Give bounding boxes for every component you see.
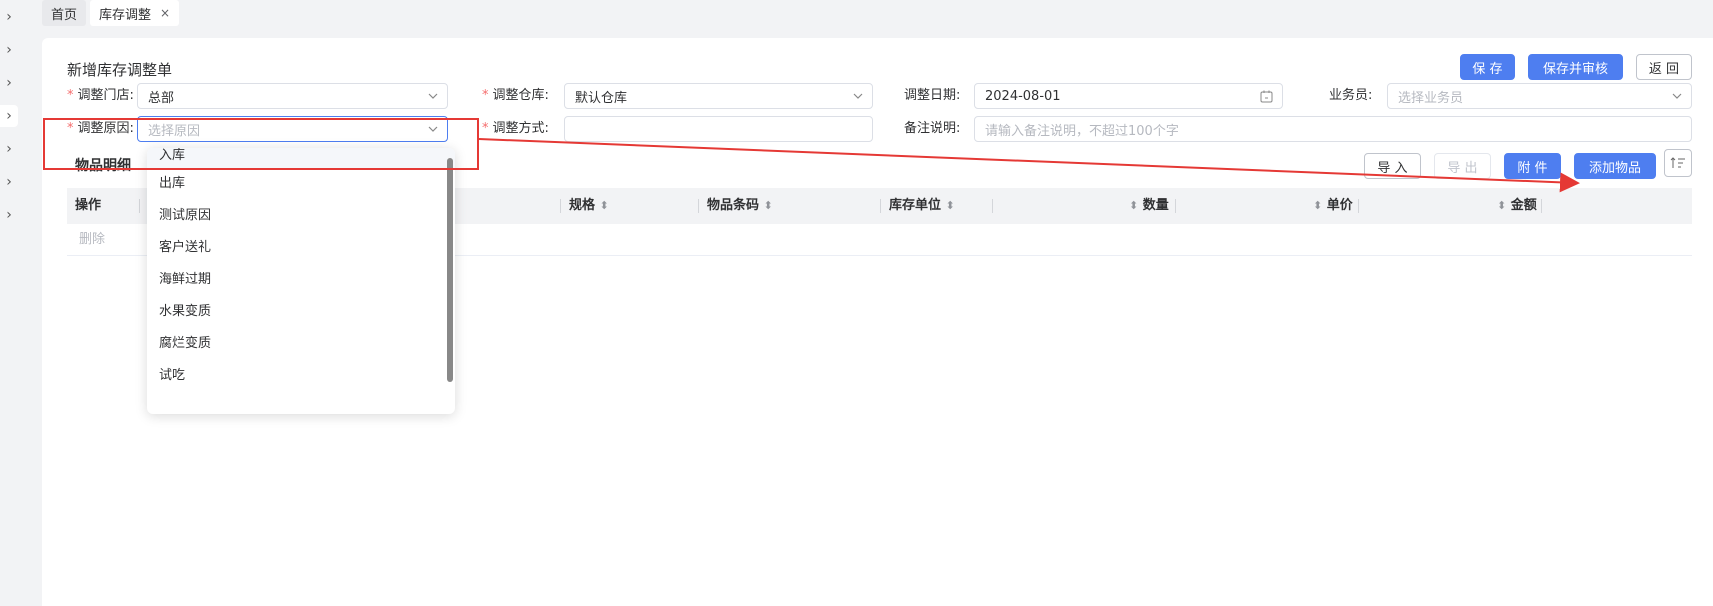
chevron-down-icon <box>428 84 438 108</box>
warehouse-select[interactable]: 默认仓库 <box>564 83 873 109</box>
store-label: * 调整门店: <box>67 88 134 103</box>
method-input[interactable] <box>564 116 873 142</box>
remark-label: 备注说明: <box>904 121 961 136</box>
import-button[interactable]: 导 入 <box>1364 153 1421 179</box>
column-header[interactable]: ⬍ 数量 <box>1129 188 1169 224</box>
required-mark: * <box>482 121 489 136</box>
attachment-button[interactable]: 附 件 <box>1504 153 1561 179</box>
sort-icon: ⬍ <box>1313 199 1323 212</box>
dropdown-scrollbar[interactable] <box>447 158 453 382</box>
chevron-right-icon[interactable]: › <box>0 105 18 127</box>
column-divider <box>992 199 993 213</box>
required-mark: * <box>482 88 489 103</box>
column-divider <box>1358 199 1359 213</box>
remark-input[interactable]: 请输入备注说明，不超过100个字 <box>974 116 1692 142</box>
store-select[interactable]: 总部 <box>137 83 448 109</box>
sort-icon: ⬍ <box>945 199 955 212</box>
dropdown-option[interactable]: 海鲜过期 <box>147 264 455 296</box>
chevron-right-icon[interactable]: › <box>0 138 18 160</box>
date-label: 调整日期: <box>904 88 961 103</box>
delete-link[interactable]: 删除 <box>79 224 105 256</box>
tab-bar: 首页 库存调整 × <box>42 0 180 28</box>
dropdown-option[interactable]: 出库 <box>147 168 455 200</box>
chevron-right-icon[interactable]: › <box>0 72 18 94</box>
column-header[interactable]: 规格 ⬍ <box>569 188 609 224</box>
chevron-right-icon[interactable]: › <box>0 171 18 193</box>
column-header[interactable]: 物品条码 ⬍ <box>707 188 773 224</box>
reason-dropdown: 入库 出库 测试原因 客户送礼 海鲜过期 水果变质 腐烂变质 试吃 <box>147 148 455 414</box>
sort-icon: ⬍ <box>763 199 773 212</box>
tab-stock-adjust[interactable]: 库存调整 × <box>90 0 180 26</box>
page-title: 新增库存调整单 <box>67 61 173 79</box>
salesman-label: 业务员: <box>1329 88 1373 103</box>
add-item-button[interactable]: 添加物品 <box>1574 153 1656 179</box>
column-header: 操作 <box>75 198 102 213</box>
dropdown-option[interactable]: 腐烂变质 <box>147 328 455 360</box>
chevron-right-icon[interactable]: › <box>0 204 18 226</box>
tab-home[interactable]: 首页 <box>42 0 87 26</box>
column-divider <box>1175 199 1176 213</box>
sort-order-icon[interactable] <box>1664 149 1692 177</box>
chevron-down-icon <box>1672 84 1682 108</box>
save-and-audit-button[interactable]: 保存并审核 <box>1528 54 1623 80</box>
annotation-highlight-box <box>43 118 479 170</box>
dropdown-option[interactable]: 水果变质 <box>147 296 455 328</box>
calendar-icon <box>1260 84 1273 108</box>
column-divider <box>1541 199 1542 213</box>
salesman-select[interactable]: 选择业务员 <box>1387 83 1692 109</box>
chevron-right-icon[interactable]: › <box>0 39 18 61</box>
column-divider <box>139 199 140 213</box>
required-mark: * <box>67 88 74 103</box>
left-rail: › › › › › › › <box>0 0 20 606</box>
column-divider <box>560 199 561 213</box>
column-divider <box>698 199 699 213</box>
close-icon[interactable]: × <box>160 6 170 20</box>
column-header[interactable]: 库存单位 ⬍ <box>889 188 955 224</box>
sort-icon: ⬍ <box>1497 199 1507 212</box>
dropdown-option[interactable]: 测试原因 <box>147 200 455 232</box>
method-label: * 调整方式: <box>482 121 549 136</box>
dropdown-option[interactable]: 试吃 <box>147 360 455 392</box>
chevron-down-icon <box>853 84 863 108</box>
date-picker[interactable]: 2024-08-01 <box>974 83 1283 109</box>
chevron-right-icon[interactable]: › <box>0 6 18 28</box>
column-divider <box>880 199 881 213</box>
warehouse-label: * 调整仓库: <box>482 88 549 103</box>
export-button[interactable]: 导 出 <box>1434 153 1491 179</box>
column-header[interactable]: ⬍ 金额 <box>1497 188 1537 224</box>
back-button[interactable]: 返 回 <box>1636 54 1692 80</box>
save-button[interactable]: 保 存 <box>1460 54 1515 80</box>
sort-icon: ⬍ <box>599 199 609 212</box>
dropdown-option[interactable]: 客户送礼 <box>147 232 455 264</box>
sort-icon: ⬍ <box>1129 199 1139 212</box>
column-header[interactable]: ⬍ 单价 <box>1313 188 1353 224</box>
